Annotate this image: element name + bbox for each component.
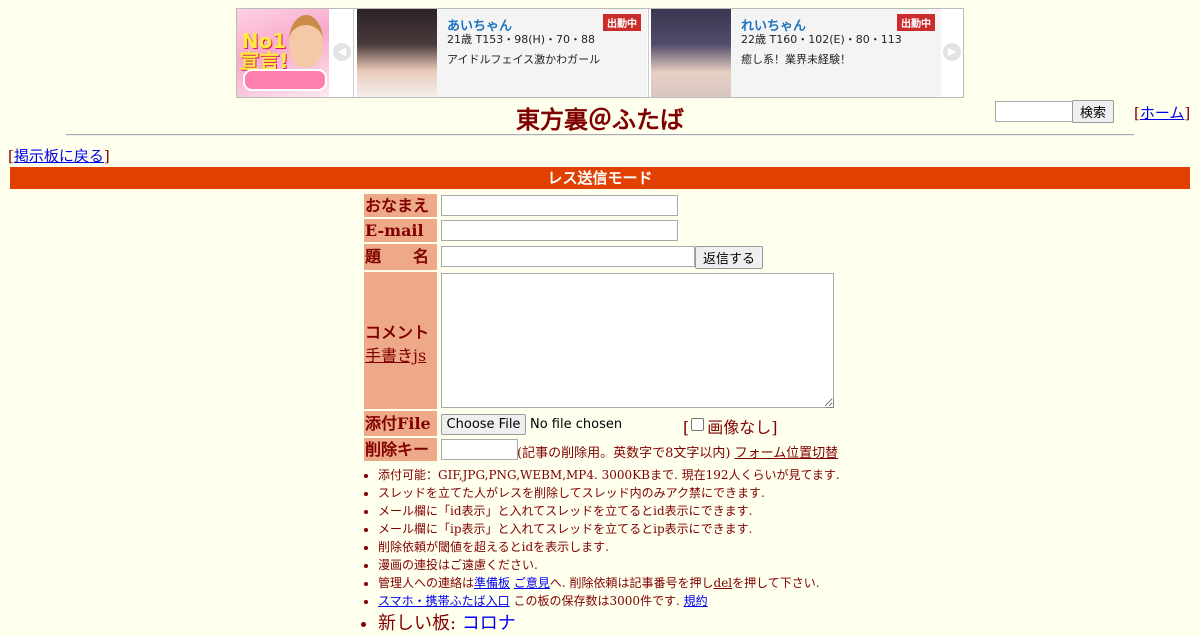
delete-key-note: (記事の削除用。英数字で8文字以内) フォーム位置切替 xyxy=(517,442,838,461)
profile-card[interactable]: あいちゃん 出勤中 21歳 T153・98(H)・70・88 アイドルフェイス激… xyxy=(357,9,647,97)
list-item: メール欄に「ip表示」と入れてスレッドを立てるとip表示にできます. xyxy=(378,520,840,538)
comment-label-cell: コメント 手書きjs xyxy=(364,272,437,409)
feedback-link[interactable]: ご意見 xyxy=(514,576,550,590)
subject-label: 題 名 xyxy=(364,244,437,270)
bracket: ] xyxy=(771,418,778,437)
profile-catchphrase: アイドルフェイス激かわガール xyxy=(447,53,601,66)
mobile-entrance-link[interactable]: スマホ・携帯ふたば入口 xyxy=(378,594,510,608)
file-status: No file chosen xyxy=(530,417,623,432)
rule-text: を押して下さい. xyxy=(732,576,820,590)
reply-submit-button[interactable]: 返信する xyxy=(695,246,763,269)
rule-text: 新しい板: xyxy=(378,613,462,634)
list-item: スマホ・携帯ふたば入口 この板の保存数は3000件です. 規約 xyxy=(378,592,840,610)
delete-key-hint: (記事の削除用。英数字で8文字以内) xyxy=(517,446,731,461)
no-image-checkbox[interactable] xyxy=(691,418,705,431)
rule-text: この板の保存数は3000件です. xyxy=(509,594,684,608)
delete-key-label: 削除キー xyxy=(364,438,437,461)
profile-stats: 22歳 T160・102(E)・80・113 xyxy=(741,33,902,46)
profile-photo xyxy=(357,9,437,97)
new-board-link[interactable]: コロナ xyxy=(462,613,516,634)
search-input[interactable] xyxy=(995,101,1073,122)
bracket: ] xyxy=(1184,104,1191,122)
subject-field[interactable] xyxy=(441,246,695,267)
rule-text: 管理人への連絡は xyxy=(378,576,475,590)
bracket: [ xyxy=(683,418,690,437)
list-item: 添付可能：GIF,JPG,PNG,WEBM,MP4. 3000KBまで. 現在1… xyxy=(378,466,840,484)
no-image-option: [ 画像なし] xyxy=(683,414,778,438)
profile-stats: 21歳 T153・98(H)・70・88 xyxy=(447,33,596,46)
banner-divider xyxy=(648,9,649,97)
ad-model-photo xyxy=(289,15,323,67)
terms-link[interactable]: 規約 xyxy=(684,594,708,608)
resize-handle-icon[interactable] xyxy=(826,400,834,408)
back-to-board-link[interactable]: 掲示板に戻る xyxy=(14,147,104,165)
email-field[interactable] xyxy=(441,220,678,241)
chevron-right-icon[interactable]: ▶ xyxy=(943,43,961,61)
rule-text: へ. 削除依頼は記事番号を押し xyxy=(549,576,714,590)
form-position-toggle-link[interactable]: フォーム位置切替 xyxy=(735,446,839,461)
profile-catchphrase: 癒し系！業界未経験！ xyxy=(741,53,851,66)
bracket: ] xyxy=(103,147,110,165)
name-label: おなまえ xyxy=(364,194,437,217)
home-link[interactable]: ホーム xyxy=(1140,104,1185,122)
chevron-left-icon[interactable]: ◀ xyxy=(333,43,351,61)
header-divider xyxy=(66,134,1134,136)
profile-photo xyxy=(651,9,731,97)
banner-divider xyxy=(353,9,354,97)
delete-key-field[interactable] xyxy=(441,439,518,460)
name-field[interactable] xyxy=(441,195,678,216)
comment-label: コメント xyxy=(365,323,430,342)
prep-board-link[interactable]: 準備板 xyxy=(474,576,510,590)
email-label: E-mail xyxy=(364,219,437,242)
ad-banner[interactable]: No1宣言! ◀ あいちゃん 出勤中 21歳 T153・98(H)・70・88 … xyxy=(236,8,964,98)
choose-file-button[interactable]: Choose File xyxy=(441,414,526,435)
list-item: スレッドを立てた人がレスを削除してスレッド内のみアク禁にできます. xyxy=(378,484,840,502)
status-badge: 出勤中 xyxy=(897,14,935,31)
reply-mode-bar: レス送信モード xyxy=(10,167,1190,189)
del-link[interactable]: del xyxy=(714,576,733,590)
search-button[interactable]: 検索 xyxy=(1072,100,1114,123)
list-item: 管理人への連絡は準備板 ご意見へ. 削除依頼は記事番号を押しdelを押して下さい… xyxy=(378,574,840,592)
no-image-label: 画像なし xyxy=(707,418,772,437)
profile-card[interactable]: れいちゃん 出勤中 22歳 T160・102(E)・80・113 癒し系！業界未… xyxy=(651,9,941,97)
list-item: メール欄に「id表示」と入れてスレッドを立てるとid表示にできます. xyxy=(378,502,840,520)
file-label: 添付File xyxy=(364,411,437,436)
ad-headline: No1宣言! xyxy=(239,29,289,73)
status-badge: 出勤中 xyxy=(603,14,641,31)
comment-textarea[interactable] xyxy=(441,273,834,408)
list-item: 削除依頼が閾値を超えるとidを表示します. xyxy=(378,538,840,556)
ad-ribbon xyxy=(243,69,327,91)
back-nav: [掲示板に戻る] xyxy=(8,145,110,166)
list-item: 漫画の連投はご遠慮ください. xyxy=(378,556,840,574)
list-item: 新しい板: コロナ xyxy=(378,612,840,636)
home-nav: [ホーム] xyxy=(1134,102,1190,123)
ad-image[interactable]: No1宣言! xyxy=(237,9,329,97)
board-rules-list: 添付可能：GIF,JPG,PNG,WEBM,MP4. 3000KBまで. 現在1… xyxy=(360,466,840,636)
handwriting-link[interactable]: 手書きjs xyxy=(365,342,426,366)
